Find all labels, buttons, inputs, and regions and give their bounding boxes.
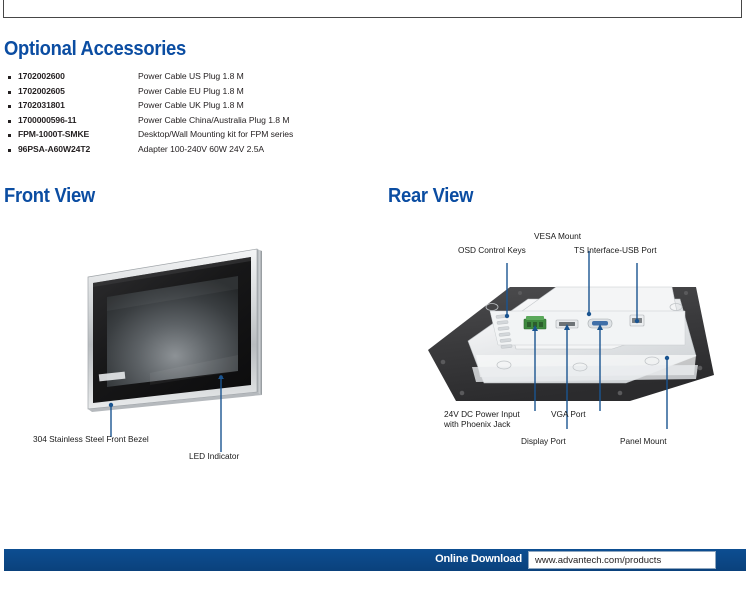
bullet-icon	[8, 76, 11, 79]
accessory-description: Power Cable EU Plug 1.8 M	[138, 85, 244, 96]
front-view-figure	[0, 215, 380, 465]
accessory-part-number: 1700000596-11	[18, 114, 77, 125]
list-item: 96PSA-A60W24T2 Adapter 100-240V 60W 24V …	[6, 144, 366, 159]
accessory-part-number: 1702002600	[18, 71, 65, 81]
list-item: 1702002600 Power Cable US Plug 1.8 M	[6, 71, 366, 86]
callout-label-dc-power-line1: 24V DC Power Input	[444, 409, 520, 419]
online-download-url[interactable]: www.advantech.com/products	[535, 555, 661, 566]
callout-label-ts-interface-usb-port: TS Interface-USB Port	[574, 245, 657, 255]
accessory-description: Adapter 100-240V 60W 24V 2.5A	[138, 143, 265, 154]
online-download-url-box[interactable]: www.advantech.com/products	[528, 551, 716, 569]
accessory-description: Desktop/Wall Mounting kit for FPM series	[138, 129, 294, 139]
front-view-monitor-illustration	[87, 248, 262, 452]
list-item: 1702002605 Power Cable EU Plug 1.8 M	[6, 86, 366, 101]
accessory-description: Power Cable US Plug 1.8 M	[138, 71, 244, 81]
callout-label-dc-power-line2: with Phoenix Jack	[444, 419, 511, 429]
list-item: 1702031801 Power Cable UK Plug 1.8 M	[6, 100, 366, 115]
callout-label-display-port: Display Port	[521, 436, 566, 446]
panel-cutout-spec-box: Panel Cutout Dimensions: 350 x 277 mm (1…	[3, 0, 742, 18]
bullet-icon	[8, 148, 11, 152]
accessory-part-number: 96PSA-A60W24T2	[18, 143, 91, 154]
bullet-icon	[8, 134, 11, 137]
bullet-icon	[8, 119, 11, 123]
accessory-part-number: 1702031801	[18, 100, 65, 110]
list-item: FPM-1000T-SMKE Desktop/Wall Mounting kit…	[6, 129, 366, 144]
bullet-icon	[8, 90, 11, 94]
callout-label-panel-mount: Panel Mount	[620, 436, 667, 446]
optional-accessories-list: 1702002600 Power Cable US Plug 1.8 M 170…	[6, 71, 366, 158]
list-item: 1700000596-11 Power Cable China/Australi…	[6, 115, 366, 130]
accessory-part-number: 1702002605	[18, 85, 65, 96]
callout-label-vesa-mount: VESA Mount	[534, 231, 582, 241]
online-download-label: Online Download	[435, 553, 522, 565]
section-heading-front-view: Front View	[4, 185, 95, 207]
callout-label-dc-power-input: 24V DC Power Input with Phoenix Jack	[444, 409, 520, 429]
section-heading-rear-view: Rear View	[388, 185, 474, 207]
callout-label-led-indicator: LED Indicator	[189, 451, 240, 461]
bullet-icon	[8, 105, 11, 108]
rear-view-figure	[380, 215, 750, 465]
accessory-description: Power Cable UK Plug 1.8 M	[138, 100, 244, 110]
accessory-description: Power Cable China/Australia Plug 1.8 M	[138, 114, 290, 125]
callout-label-front-bezel: 304 Stainless Steel Front Bezel	[33, 434, 149, 444]
callout-label-vga-port: VGA Port	[551, 409, 586, 419]
accessory-part-number: FPM-1000T-SMKE	[18, 129, 90, 139]
rear-view-monitor-illustration	[428, 251, 714, 429]
callout-label-osd-control-keys: OSD Control Keys	[458, 245, 526, 255]
section-heading-optional-accessories: Optional Accessories	[4, 38, 186, 60]
